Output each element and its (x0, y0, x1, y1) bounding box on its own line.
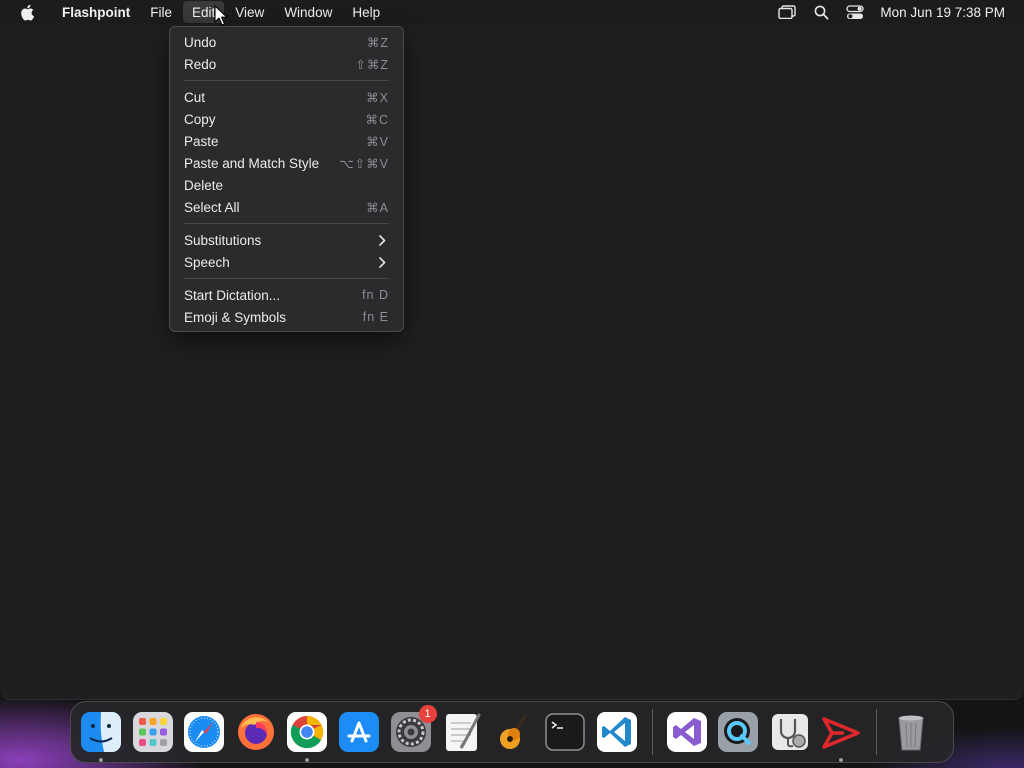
menu-item-cut[interactable]: Cut ⌘X (175, 86, 398, 108)
menu-item-delete[interactable]: Delete (175, 174, 398, 196)
textedit-icon (446, 713, 481, 751)
finder-icon (81, 712, 121, 752)
dock-item-textedit[interactable] (440, 710, 484, 754)
menu-separator (184, 80, 389, 81)
dock-separator (875, 709, 877, 755)
menu-bar: Flashpoint File Edit View Window Help Mo… (0, 0, 1024, 24)
running-indicator (839, 758, 844, 762)
menu-view[interactable]: View (226, 1, 273, 23)
menu-item-shortcut: ⌘Z (366, 35, 389, 50)
visual-studio-icon (666, 712, 707, 752)
launchpad-icon (132, 712, 173, 752)
dock: 1 (70, 701, 954, 763)
app-window (0, 24, 1024, 700)
menu-item-label: Cut (184, 89, 206, 105)
menu-item-label: Speech (184, 254, 230, 270)
dock-item-finder[interactable] (79, 710, 123, 762)
spotlight-search-icon[interactable] (810, 1, 832, 23)
safari-icon (184, 712, 225, 752)
menu-bar-extras: Mon Jun 19 7:38 PM (770, 0, 1024, 24)
menu-item-label: Substitutions (184, 232, 262, 248)
menu-item-shortcut: ⌘X (366, 90, 389, 105)
dock-separator (651, 709, 653, 755)
app-store-icon (338, 712, 379, 752)
menu-separator (184, 278, 389, 279)
dock-item-disk-utility[interactable] (768, 710, 812, 754)
menu-item-paste[interactable]: Paste ⌘V (175, 130, 398, 152)
menu-separator (184, 223, 389, 224)
menu-item-substitutions[interactable]: Substitutions (175, 229, 398, 251)
menu-item-paste-and-match-style[interactable]: Paste and Match Style ⌥⇧⌘V (175, 152, 398, 174)
notification-badge: 1 (418, 705, 437, 723)
menu-window[interactable]: Window (275, 1, 341, 23)
chrome-icon (287, 712, 328, 752)
dock-item-visual-studio[interactable] (665, 710, 709, 754)
edit-menu-dropdown: Undo ⌘Z Redo ⇧⌘Z Cut ⌘X Copy ⌘C Paste ⌘V… (169, 26, 404, 332)
menu-app-name[interactable]: Flashpoint (53, 1, 139, 23)
trash-icon (898, 715, 924, 751)
menu-item-shortcut: fn D (362, 288, 389, 302)
menu-item-label: Delete (184, 177, 224, 193)
menu-item-redo[interactable]: Redo ⇧⌘Z (175, 53, 398, 75)
running-indicator (305, 758, 310, 762)
menu-item-label: Paste (184, 133, 219, 149)
menu-item-emoji-and-symbols[interactable]: Emoji & Symbols fn E (175, 306, 398, 328)
menu-item-label: Start Dictation... (184, 287, 281, 303)
dock-item-launchpad[interactable] (131, 710, 175, 754)
menu-item-shortcut: ⌥⇧⌘V (339, 156, 389, 171)
vscode-icon (596, 712, 637, 752)
dock-item-app-store[interactable] (337, 710, 381, 754)
apple-menu-icon[interactable] (17, 2, 37, 22)
menu-item-copy[interactable]: Copy ⌘C (175, 108, 398, 130)
dock-item-chrome[interactable] (285, 710, 329, 762)
menu-item-shortcut: fn E (362, 310, 389, 324)
menu-help[interactable]: Help (343, 1, 389, 23)
firefox-icon (237, 714, 274, 750)
chevron-right-icon (379, 256, 389, 268)
control-center-icon[interactable] (844, 1, 866, 23)
flashpoint-icon (822, 717, 861, 749)
stage-manager-icon[interactable] (776, 1, 798, 23)
garageband-icon (499, 713, 528, 749)
menu-item-label: Undo (184, 34, 217, 50)
dock-item-system-settings[interactable]: 1 (389, 705, 437, 754)
dock-item-flashpoint[interactable] (819, 710, 863, 762)
quicktime-icon (718, 712, 759, 752)
dock-item-trash[interactable] (889, 710, 933, 754)
mouse-pointer-icon (214, 5, 228, 27)
disk-utility-icon (771, 714, 808, 750)
dock-item-quicktime[interactable] (716, 710, 760, 754)
menu-item-start-dictation[interactable]: Start Dictation... fn D (175, 284, 398, 306)
terminal-icon (545, 713, 586, 751)
menu-item-label: Copy (184, 111, 216, 127)
chevron-right-icon (379, 234, 389, 246)
menu-item-speech[interactable]: Speech (175, 251, 398, 273)
running-indicator (99, 758, 103, 762)
menu-file[interactable]: File (141, 1, 181, 23)
menu-bar-clock[interactable]: Mon Jun 19 7:38 PM (880, 5, 1005, 20)
menu-item-shortcut: ⌘C (365, 112, 389, 127)
menu-item-shortcut: ⌘A (366, 200, 389, 215)
dock-item-firefox[interactable] (234, 710, 278, 754)
menu-item-label: Emoji & Symbols (184, 309, 287, 325)
dock-item-safari[interactable] (182, 710, 226, 754)
menu-item-label: Redo (184, 56, 217, 72)
dock-item-garageband[interactable] (492, 710, 536, 754)
menu-item-label: Select All (184, 199, 240, 215)
menu-item-label: Paste and Match Style (184, 155, 320, 171)
menu-item-shortcut: ⌘V (366, 134, 389, 149)
menu-item-undo[interactable]: Undo ⌘Z (175, 31, 398, 53)
menu-item-select-all[interactable]: Select All ⌘A (175, 196, 398, 218)
menu-item-shortcut: ⇧⌘Z (355, 57, 389, 72)
dock-item-vscode[interactable] (595, 710, 639, 754)
dock-item-terminal[interactable] (543, 710, 587, 754)
